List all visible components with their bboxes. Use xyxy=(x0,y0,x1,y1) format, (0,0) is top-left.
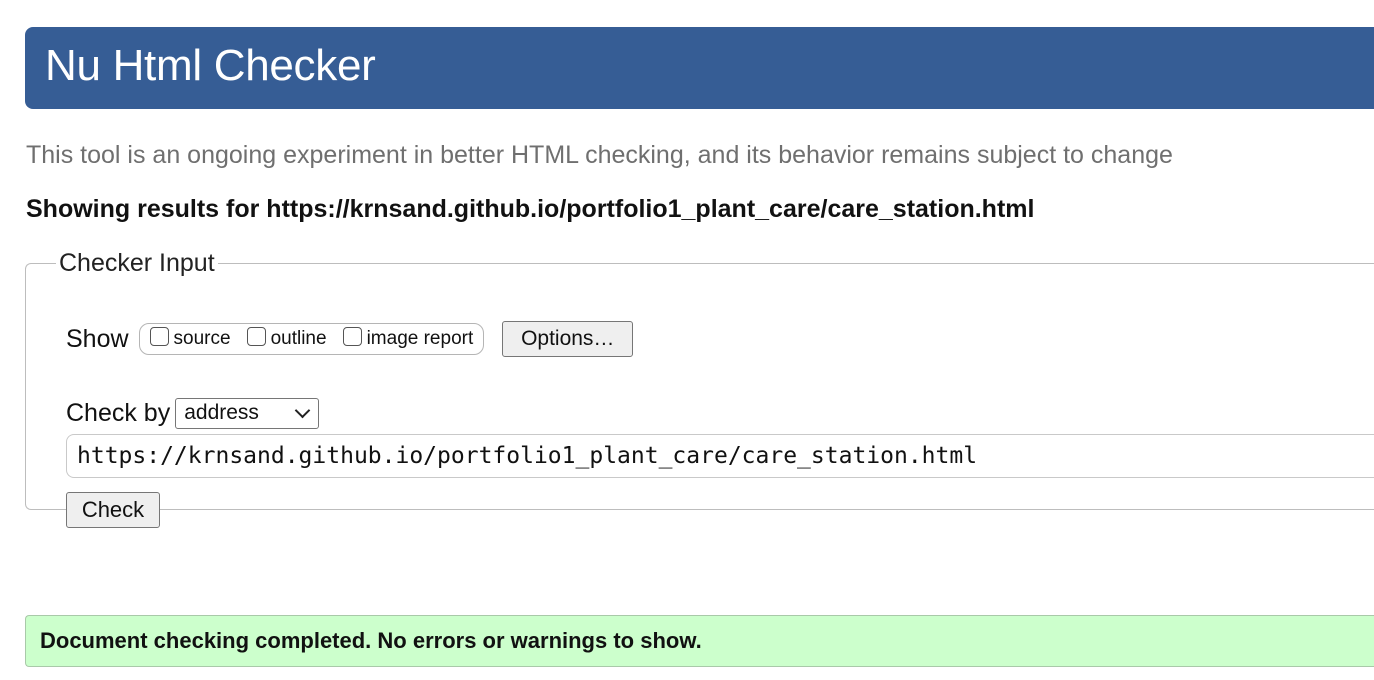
page-header: Nu Html Checker xyxy=(25,27,1374,109)
results-for-heading: Showing results for https://krnsand.gith… xyxy=(26,195,1035,223)
checker-input-legend: Checker Input xyxy=(59,249,215,277)
source-checkbox[interactable] xyxy=(149,326,169,346)
image-report-checkbox[interactable] xyxy=(342,326,362,346)
chevron-down-icon xyxy=(294,402,311,418)
intro-text: This tool is an ongoing experiment in be… xyxy=(26,141,1173,169)
check-button[interactable]: Check xyxy=(66,492,160,528)
show-options-group: source outline image report xyxy=(138,323,485,355)
show-source-option[interactable]: source xyxy=(149,326,231,350)
source-checkbox-label: source xyxy=(173,328,231,349)
check-by-select[interactable]: address xyxy=(175,397,320,429)
outline-checkbox-label: outline xyxy=(270,328,327,349)
show-outline-option[interactable]: outline xyxy=(246,326,327,350)
status-success-message: Document checking completed. No errors o… xyxy=(25,615,1374,667)
image-report-checkbox-label: image report xyxy=(366,328,474,349)
show-label: Show xyxy=(66,324,129,353)
url-input[interactable]: https://krnsand.github.io/portfolio1_pla… xyxy=(66,434,1374,478)
check-by-label: Check by xyxy=(66,398,171,427)
outline-checkbox[interactable] xyxy=(246,326,266,346)
show-image-report-option[interactable]: image report xyxy=(342,326,474,350)
checker-input-fieldset: Checker Input Show source outline image … xyxy=(25,249,1374,528)
show-row: Show source outline image report Options… xyxy=(66,320,634,358)
check-by-selected-value: address xyxy=(184,401,259,424)
options-button[interactable]: Options… xyxy=(502,321,634,357)
check-by-row: Check by address xyxy=(66,397,320,429)
page-title: Nu Html Checker xyxy=(45,41,376,90)
